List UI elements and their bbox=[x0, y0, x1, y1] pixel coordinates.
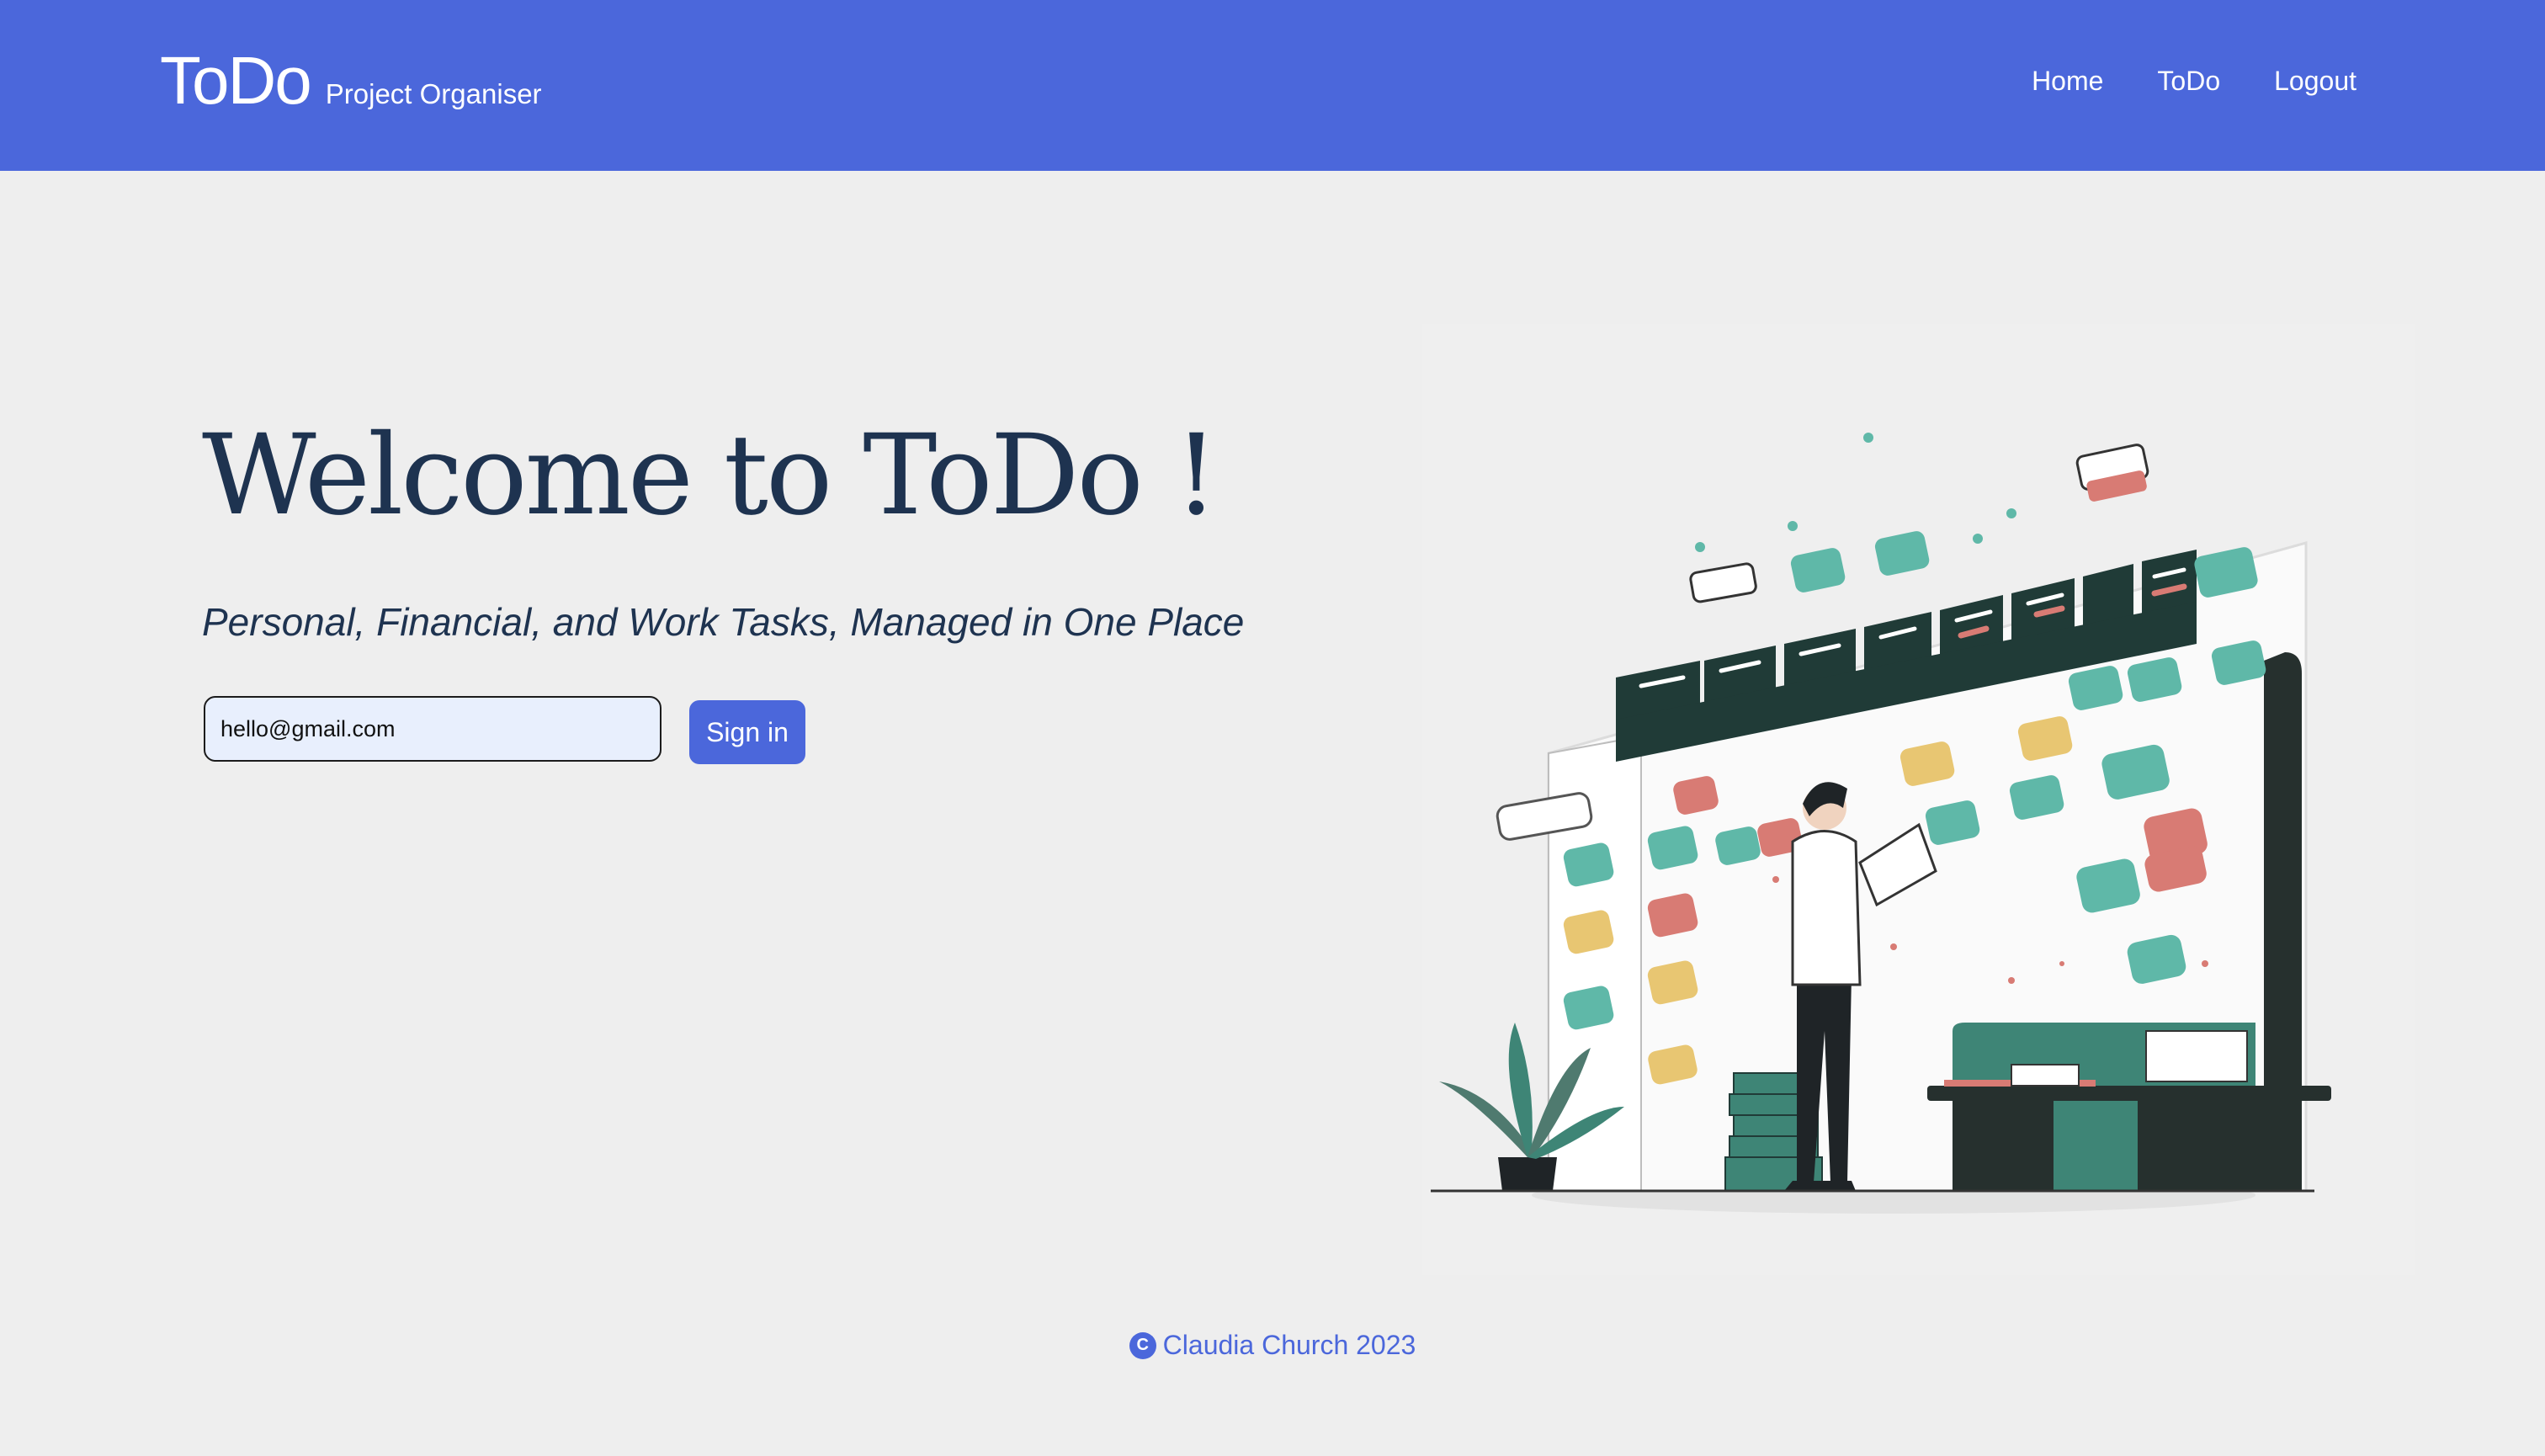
main-nav: Home ToDo Logout bbox=[2032, 66, 2356, 97]
nav-logout-link[interactable]: Logout bbox=[2274, 66, 2356, 97]
hero-subtitle: Personal, Financial, and Work Tasks, Man… bbox=[202, 600, 1245, 644]
nav-todo-link[interactable]: ToDo bbox=[2157, 66, 2220, 97]
brand[interactable]: ToDo Project Organiser bbox=[160, 39, 542, 123]
brand-subtitle: Project Organiser bbox=[325, 78, 542, 109]
hero-title: Welcome to ToDo ! bbox=[202, 411, 1219, 540]
sign-in-button[interactable]: Sign in bbox=[689, 700, 805, 764]
email-input[interactable] bbox=[204, 696, 661, 762]
footer: C Claudia Church 2023 bbox=[0, 1330, 2545, 1361]
kanban-illustration-svg bbox=[1431, 433, 2331, 1214]
footer-text: Claudia Church 2023 bbox=[1162, 1330, 1416, 1360]
brand-title[interactable]: ToDo bbox=[160, 39, 312, 123]
copyright-icon: C bbox=[1129, 1331, 1156, 1359]
top-navbar: ToDo Project Organiser Home ToDo Logout bbox=[0, 0, 2545, 171]
nav-home-link[interactable]: Home bbox=[2032, 66, 2103, 97]
kanban-board-illustration bbox=[1422, 324, 2415, 1275]
